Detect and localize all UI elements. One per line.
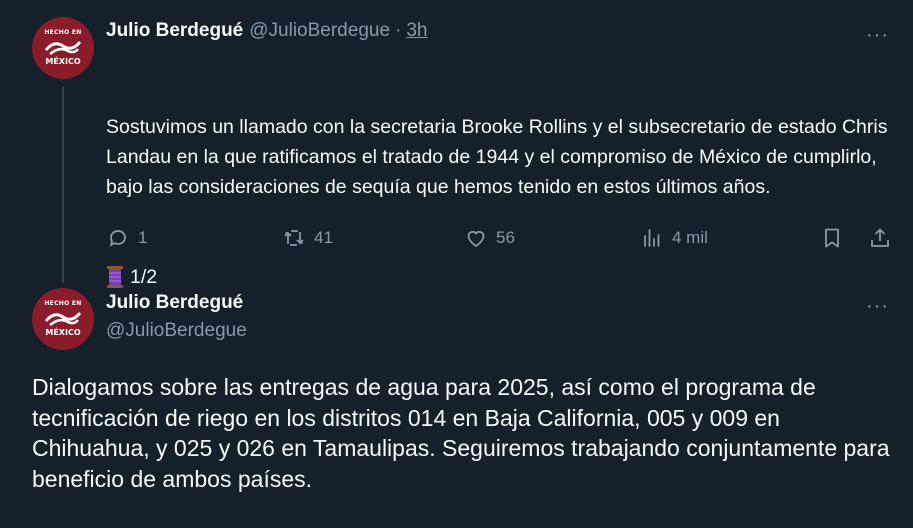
author-handle[interactable]: @JulioBerdegue bbox=[106, 316, 247, 346]
hecho-en-mexico-logo-icon bbox=[44, 312, 82, 326]
views-count: 4 mil bbox=[672, 228, 708, 247]
thread-count: 1/2 bbox=[130, 266, 158, 288]
bookmark-icon bbox=[825, 228, 839, 248]
tweet-text: Sostuvimos un llamado con la secretaria … bbox=[106, 116, 893, 198]
reply-button[interactable]: 1 bbox=[106, 222, 147, 254]
reply-icon bbox=[109, 230, 126, 247]
author-handle[interactable]: @JulioBerdegue bbox=[249, 20, 390, 42]
share-icon bbox=[871, 228, 889, 247]
thread-marker: 1/2 bbox=[106, 262, 896, 292]
thread-connector-line bbox=[62, 87, 64, 283]
tweet-timestamp[interactable]: 3h bbox=[406, 20, 427, 42]
tweet-body: Sostuvimos un llamado con la secretaria … bbox=[106, 52, 896, 322]
views-button[interactable]: 4 mil bbox=[640, 222, 708, 254]
like-count: 56 bbox=[496, 228, 515, 247]
heart-icon bbox=[467, 230, 485, 248]
avatar-seal-bottom-text: MÉXICO bbox=[45, 57, 81, 66]
spool-of-thread-icon bbox=[107, 266, 123, 288]
tweet-text: Dialogamos sobre las entregas de agua pa… bbox=[32, 374, 890, 492]
separator-dot: · bbox=[395, 20, 402, 41]
more-options-button[interactable]: ··· bbox=[866, 25, 889, 45]
share-button[interactable] bbox=[868, 222, 892, 254]
repost-count: 41 bbox=[314, 228, 333, 247]
bookmark-button[interactable] bbox=[820, 222, 844, 254]
repost-button[interactable]: 41 bbox=[282, 222, 333, 254]
tweet-actions: 1 41 56 4 mil bbox=[106, 222, 896, 254]
hecho-en-mexico-logo-icon bbox=[44, 41, 82, 55]
author-name[interactable]: Julio Berdegué bbox=[106, 20, 243, 42]
avatar[interactable]: HECHO EN MÉXICO bbox=[32, 288, 94, 350]
more-options-button[interactable]: ··· bbox=[866, 296, 889, 316]
like-button[interactable]: 56 bbox=[464, 222, 515, 254]
reply-count: 1 bbox=[138, 228, 148, 247]
avatar-seal-bottom-text: MÉXICO bbox=[45, 328, 81, 337]
avatar[interactable]: HECHO EN MÉXICO bbox=[32, 17, 94, 79]
views-icon bbox=[644, 229, 660, 247]
author-name[interactable]: Julio Berdegué bbox=[106, 290, 247, 316]
tweet-header: Julio Berdegué @JulioBerdegue bbox=[106, 290, 247, 346]
repost-icon bbox=[284, 230, 304, 246]
tweet-header: Julio Berdegué @JulioBerdegue · 3h bbox=[106, 20, 427, 42]
